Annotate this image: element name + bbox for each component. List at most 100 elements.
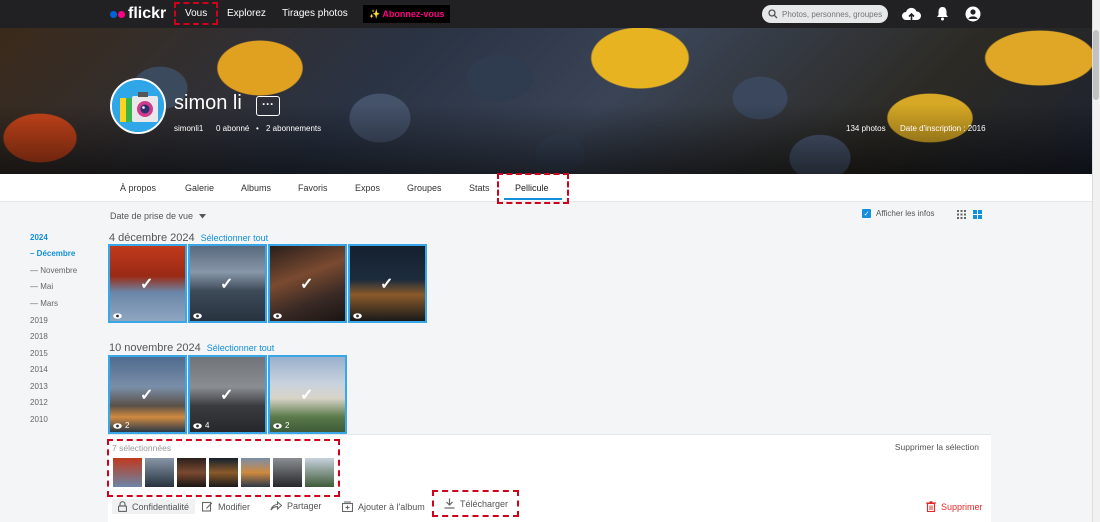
username: simonli1 (174, 124, 204, 133)
timeline-year-active[interactable]: 2024 (30, 233, 48, 242)
selected-thumb[interactable] (241, 458, 270, 487)
page-scrollbar[interactable] (1092, 0, 1100, 522)
show-info-label: Afficher les infos (876, 209, 935, 218)
avatar[interactable] (110, 78, 166, 134)
edit-label: Modifier (218, 501, 251, 512)
tab-favorites[interactable]: Favoris (298, 183, 328, 193)
photo-thumbnail[interactable]: ✓ 2 (108, 355, 187, 434)
nav-prints[interactable]: Tirages photos (282, 8, 348, 19)
selected-thumb[interactable] (305, 458, 334, 487)
download-label: Télécharger (460, 498, 509, 509)
sort-label: Date de prise de vue (110, 211, 194, 221)
selected-photos-strip: 7 sélectionnées (107, 439, 340, 497)
timeline-year[interactable]: 2018 (30, 332, 48, 341)
delete-button[interactable]: Supprimer (926, 501, 983, 512)
timeline-year[interactable]: 2019 (30, 316, 48, 325)
check-icon: ✓ (140, 387, 154, 404)
timeline-year[interactable]: 2014 (30, 365, 48, 374)
scrollbar-thumb[interactable] (1093, 30, 1099, 100)
privacy-label: Confidentialité (132, 501, 190, 512)
timeline-year[interactable]: 2015 (30, 349, 48, 358)
edit-button[interactable]: Modifier (202, 501, 250, 512)
download-button[interactable]: Télécharger (431, 490, 520, 517)
date-label: 10 novembre 2024 (109, 342, 201, 354)
selected-thumb[interactable] (273, 458, 302, 487)
selected-thumb[interactable] (209, 458, 238, 487)
delete-label: Supprimer (941, 501, 983, 512)
tab-about[interactable]: À propos (120, 183, 156, 193)
grid-large-view-icon[interactable] (973, 210, 982, 219)
tab-groups[interactable]: Groupes (407, 183, 442, 193)
active-tab-indicator (504, 198, 562, 200)
tab-expos[interactable]: Expos (355, 183, 380, 193)
profile-name: simon li (174, 92, 242, 114)
more-options-button[interactable]: ··· (256, 96, 280, 116)
timeline-month[interactable]: — Novembre (30, 266, 77, 275)
view-count (113, 313, 125, 319)
profile-tabs: À propos Galerie Albums Favoris Expos Gr… (0, 173, 1092, 204)
subscribe-button[interactable]: ✨ Abonnez-vous (363, 5, 451, 23)
search-input[interactable] (782, 9, 882, 19)
photo-thumbnail[interactable]: ✓ (188, 244, 267, 323)
eye-icon (193, 422, 202, 429)
view-count: 2 (273, 421, 289, 430)
timeline-month[interactable]: — Mars (30, 299, 58, 308)
selected-thumb[interactable] (113, 458, 142, 487)
following-count[interactable]: 2 abonnements (266, 124, 321, 133)
timeline-year[interactable]: 2012 (30, 398, 48, 407)
selected-thumb[interactable] (145, 458, 174, 487)
search-box[interactable] (762, 5, 888, 23)
tab-stats[interactable]: Stats (469, 183, 490, 193)
add-to-album-button[interactable]: Ajouter à l'album (342, 501, 425, 512)
view-count (273, 313, 285, 319)
select-all-link[interactable]: Sélectionner tout (207, 343, 275, 353)
view-count: 2 (113, 421, 129, 430)
photo-thumbnail[interactable]: ✓ (268, 244, 347, 323)
check-icon: ✓ (220, 387, 234, 404)
check-icon: ✓ (140, 276, 154, 293)
share-label: Partager (287, 501, 322, 511)
bell-icon[interactable] (936, 6, 949, 21)
sort-dropdown[interactable]: Date de prise de vue (110, 211, 206, 221)
show-info-toggle[interactable]: ✓ Afficher les infos (862, 209, 935, 218)
logo-pink-dot (118, 10, 125, 18)
privacy-button[interactable]: Confidentialité (112, 499, 196, 514)
selected-thumb[interactable] (177, 458, 206, 487)
photo-thumbnail[interactable]: ✓ (108, 244, 187, 323)
photo-thumbnail[interactable]: ✓ 4 (188, 355, 267, 434)
logo-text: flickr (128, 5, 167, 22)
timeline-month[interactable]: — Mai (30, 282, 53, 291)
photos-count: 134 photos (846, 124, 886, 133)
nav-you[interactable]: Vous (173, 2, 219, 25)
photo-thumbnail[interactable]: ✓ 2 (268, 355, 347, 434)
month-label: Mai (40, 282, 54, 291)
date-label: 4 décembre 2024 (109, 232, 195, 244)
month-label: Novembre (40, 266, 78, 275)
bullet: • (256, 124, 259, 133)
clear-selection-link[interactable]: Supprimer la sélection (895, 442, 979, 452)
timeline-month-active[interactable]: – Décembre (30, 249, 75, 258)
view-count (193, 313, 205, 319)
flickr-logo[interactable]: flickr (110, 5, 166, 23)
check-icon: ✓ (220, 276, 234, 293)
eye-icon (193, 313, 202, 319)
eye-icon (353, 313, 362, 319)
followers-count[interactable]: 0 abonné (216, 124, 249, 133)
timeline-year[interactable]: 2013 (30, 382, 48, 391)
tab-gallery[interactable]: Galerie (185, 183, 214, 193)
timeline-year[interactable]: 2010 (30, 415, 48, 424)
share-button[interactable]: Partager (270, 501, 322, 511)
logo-blue-dot (110, 10, 117, 18)
photo-thumbnail[interactable]: ✓ (348, 244, 427, 323)
show-info-checkbox[interactable]: ✓ (862, 209, 871, 218)
upload-icon[interactable] (902, 7, 921, 21)
check-icon: ✓ (380, 276, 394, 293)
tab-albums[interactable]: Albums (241, 183, 271, 193)
nav-explore[interactable]: Explorez (227, 8, 266, 19)
grid-small-view-icon[interactable] (957, 210, 966, 219)
check-icon: ✓ (300, 276, 314, 293)
select-all-link[interactable]: Sélectionner tout (201, 233, 269, 243)
account-avatar-icon[interactable] (965, 6, 981, 22)
lock-icon (118, 501, 127, 512)
trash-icon (926, 501, 936, 512)
